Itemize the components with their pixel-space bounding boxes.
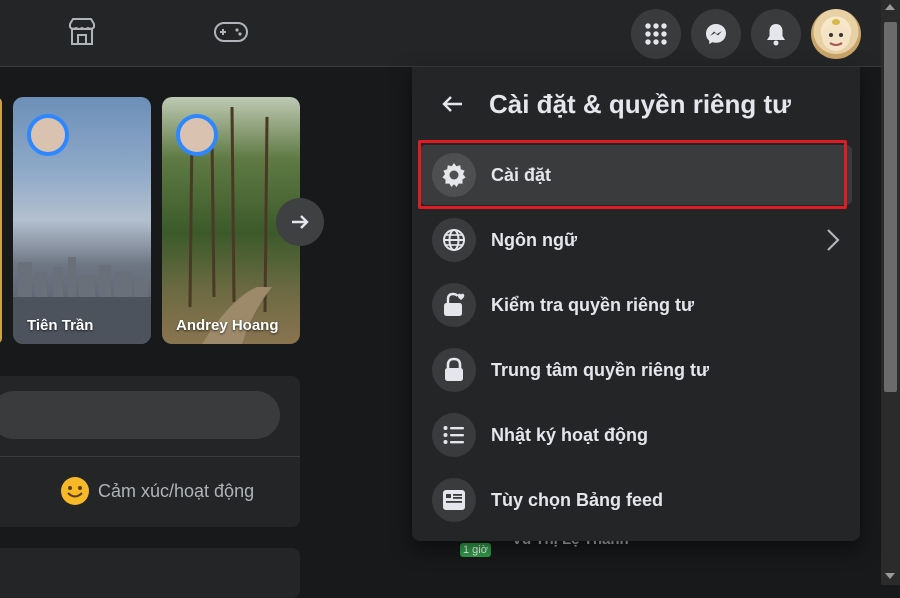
- globe-icon: [432, 218, 476, 262]
- menu-item-label: Cài đặt: [491, 164, 552, 185]
- scrollbar-thumb[interactable]: [884, 22, 897, 392]
- lock-heart-icon: [432, 283, 476, 327]
- messenger-icon: [706, 24, 726, 44]
- smiley-icon: [61, 477, 89, 505]
- notifications-button[interactable]: [751, 9, 801, 59]
- menu-grid-button[interactable]: [631, 9, 681, 59]
- menu-item-privacy-center[interactable]: Trung tâm quyền riêng tư: [420, 340, 852, 400]
- page-scrollbar[interactable]: [881, 0, 900, 585]
- divider: [0, 456, 300, 457]
- back-button[interactable]: [438, 89, 468, 119]
- story-avatar: [176, 114, 218, 156]
- arrow-right-icon: [292, 215, 309, 229]
- list-icon: [432, 413, 476, 457]
- gear-icon: [432, 153, 476, 197]
- story-card-partial[interactable]: [0, 97, 2, 344]
- menu-item-settings[interactable]: Cài đặt: [420, 145, 852, 205]
- story-card[interactable]: Tiên Trần: [13, 97, 151, 344]
- settings-privacy-panel: Cài đặt & quyền riêng tư Cài đặt Ngôn ng…: [412, 67, 860, 541]
- feed-icon: [432, 478, 476, 522]
- menu-item-feed-preferences[interactable]: Tùy chọn Bảng feed: [420, 470, 852, 530]
- notifications-icon: [767, 24, 785, 46]
- menu-item-language[interactable]: Ngôn ngữ: [420, 210, 852, 270]
- marketplace-icon[interactable]: [62, 12, 102, 52]
- story-author-name: Andrey Hoang: [176, 317, 279, 334]
- menu-item-label: Trung tâm quyền riêng tư: [491, 359, 710, 380]
- menu-item-label: Nhật ký hoạt động: [491, 424, 648, 445]
- online-time-badge: 1 giờ: [460, 543, 491, 557]
- lock-icon: [432, 348, 476, 392]
- arrow-left-icon: [442, 96, 462, 112]
- feed-card: [0, 548, 300, 598]
- top-navigation-bar: [0, 0, 881, 67]
- post-composer: Cảm xúc/hoạt động: [0, 376, 300, 527]
- panel-header: Cài đặt & quyền riêng tư: [412, 67, 860, 137]
- whats-on-your-mind-input[interactable]: [0, 391, 280, 439]
- menu-item-label: Kiểm tra quyền riêng tư: [491, 294, 695, 315]
- gaming-icon[interactable]: [211, 12, 251, 52]
- menu-item-label: Tùy chọn Bảng feed: [491, 489, 664, 510]
- chevron-right-icon: [826, 228, 840, 257]
- scroll-down-arrow-icon[interactable]: [885, 573, 895, 579]
- story-avatar: [27, 114, 69, 156]
- feeling-activity-label: Cảm xúc/hoạt động: [98, 480, 255, 501]
- messenger-button[interactable]: [691, 9, 741, 59]
- menu-item-privacy-checkup[interactable]: Kiểm tra quyền riêng tư: [420, 275, 852, 335]
- scroll-up-arrow-icon[interactable]: [885, 4, 895, 10]
- menu-item-label: Ngôn ngữ: [491, 229, 578, 250]
- profile-avatar[interactable]: [811, 9, 861, 59]
- feeling-activity-button[interactable]: Cảm xúc/hoạt động: [60, 476, 254, 506]
- menu-item-activity-log[interactable]: Nhật ký hoạt động: [420, 405, 852, 465]
- panel-title: Cài đặt & quyền riêng tư: [489, 89, 791, 119]
- story-author-name: Tiên Trần: [27, 317, 94, 334]
- stories-next-button[interactable]: [276, 198, 324, 246]
- menu-grid-icon: [645, 23, 667, 45]
